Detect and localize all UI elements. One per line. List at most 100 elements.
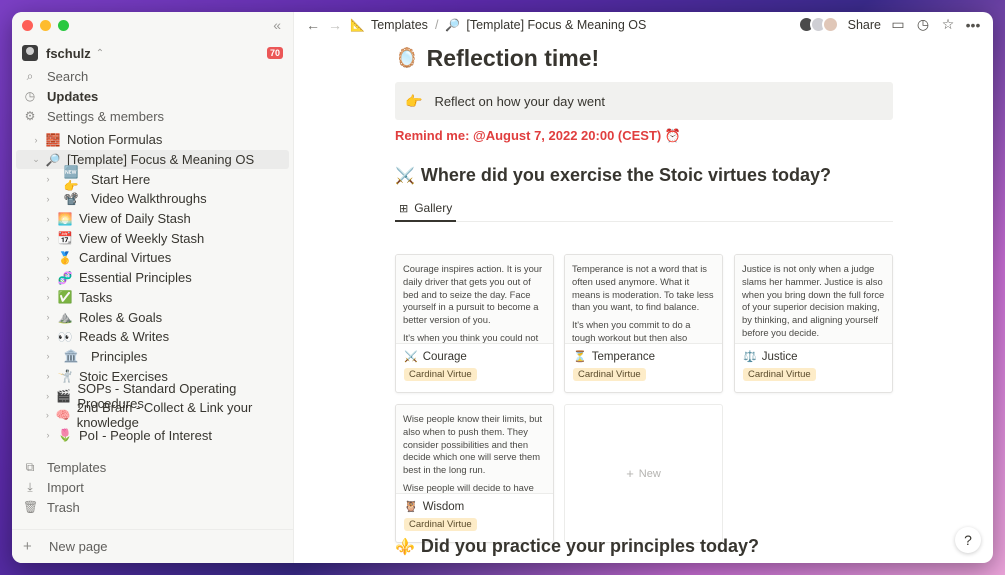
gallery-new-card-button[interactable]: + New <box>564 404 723 543</box>
page-title[interactable]: Reflection time! <box>427 45 600 72</box>
more-icon[interactable]: ••• <box>965 17 981 33</box>
chevron-right-icon[interactable]: › <box>42 174 54 184</box>
sidebar-item-label: Settings & members <box>47 108 165 124</box>
sidebar-item-trash[interactable]: 🗑 Trash <box>12 497 293 517</box>
chevron-right-icon[interactable]: › <box>42 351 54 361</box>
chevron-right-icon[interactable]: › <box>42 253 54 263</box>
templates-icon: ⧉ <box>25 459 35 474</box>
breadcrumb-item-focus-os[interactable]: 🔎 [Template] Focus & Meaning OS <box>445 18 646 32</box>
minimize-window-button[interactable] <box>40 20 51 31</box>
sidebar-item-updates[interactable]: ◷ Updates <box>12 86 293 106</box>
reminder-label: Remind me: <box>395 128 474 143</box>
ruler-icon: 📐 <box>350 18 365 32</box>
collaborator-avatars[interactable] <box>797 16 839 33</box>
comment-icon[interactable]: ▭ <box>890 16 906 33</box>
sidebar-item-label: Updates <box>47 88 99 104</box>
sidebar-item-search[interactable]: ⌕ Search <box>12 66 293 86</box>
reminder-date[interactable]: @August 7, 2022 20:00 (CEST) <box>473 128 661 143</box>
breadcrumb: 📐 Templates / 🔎 [Template] Focus & Meani… <box>350 18 646 32</box>
card-preview: Temperance is not a word that is often u… <box>565 255 722 344</box>
tab-gallery[interactable]: ⊞ Gallery <box>395 196 457 222</box>
sidebar-item-label: Templates <box>47 459 107 475</box>
share-button[interactable]: Share <box>848 18 881 32</box>
gallery-card-temperance[interactable]: Temperance is not a word that is often u… <box>564 254 723 393</box>
card-title-text: Courage <box>422 350 467 363</box>
sidebar-page-item[interactable]: › 🧬 Essential Principles <box>12 268 293 288</box>
plus-icon: + <box>23 538 32 555</box>
notification-badge: 70 <box>266 47 283 59</box>
collapse-sidebar-icon[interactable]: « <box>273 17 281 33</box>
reminder[interactable]: Remind me: @August 7, 2022 20:00 (CEST) … <box>395 128 893 144</box>
card-icon: 🦉 <box>404 501 418 513</box>
avatar <box>22 45 38 61</box>
sidebar-item-label: Reads & Writes <box>79 329 170 345</box>
chevron-right-icon[interactable]: › <box>30 135 42 145</box>
pointing-hand-icon: 👉 <box>405 92 423 109</box>
sidebar-page-item[interactable]: › 🧱 Notion Formulas <box>12 130 293 150</box>
gallery-card-justice[interactable]: Justice is not only when a judge slams h… <box>734 254 893 393</box>
chevron-updown-icon: ⌃ <box>95 47 105 59</box>
chevron-right-icon[interactable]: › <box>42 410 53 420</box>
page-icon: 📆 <box>57 231 73 246</box>
forward-arrow-icon[interactable]: → <box>328 17 342 33</box>
window-controls <box>22 20 69 31</box>
card-preview-text: It's when you commit to do a tough worko… <box>572 319 691 343</box>
chevron-right-icon[interactable]: › <box>42 312 54 322</box>
gallery-card-wisdom[interactable]: Wise people know their limits, but also … <box>395 404 554 543</box>
chevron-right-icon[interactable]: › <box>42 194 54 204</box>
chevron-right-icon[interactable]: › <box>42 233 54 243</box>
sidebar-page-item[interactable]: › ⛰️ Roles & Goals <box>12 307 293 327</box>
sidebar-page-item[interactable]: › ✅ Tasks <box>12 288 293 308</box>
page-icon: ⛰️ <box>57 310 73 325</box>
section-title[interactable]: Where did you exercise the Stoic virtues… <box>421 165 831 186</box>
page-heading: 🪞 Reflection time! <box>395 42 893 74</box>
page-icon: ✅ <box>57 290 73 305</box>
gallery-card-courage[interactable]: Courage inspires action. It is your dail… <box>395 254 554 393</box>
chevron-right-icon[interactable]: › <box>42 430 54 440</box>
import-icon: ⤓ <box>27 479 33 494</box>
sidebar-page-item[interactable]: › 📆 View of Weekly Stash <box>12 228 293 248</box>
sidebar-page-item[interactable]: › 🥇 Cardinal Virtues <box>12 248 293 268</box>
page-icon: 👀 <box>57 329 73 344</box>
sidebar-item-import[interactable]: ⤓ Import <box>12 477 293 497</box>
card-preview-text: Temperance is not a word that is often u… <box>572 263 714 313</box>
sidebar-page-item[interactable]: › 👀 Reads & Writes <box>12 327 293 347</box>
chevron-right-icon[interactable]: › <box>42 273 54 283</box>
status-badge: Cardinal Virtue <box>743 368 816 381</box>
sidebar-item-label: Essential Principles <box>79 270 192 286</box>
sidebar-page-item[interactable]: › 🏛️ Principles <box>12 347 293 367</box>
page-icon: 🏛️ <box>63 349 79 364</box>
sidebar-page-item[interactable]: › 🧠 2nd Brain - Collect & Link your knowle… <box>12 400 293 430</box>
history-icon[interactable]: ◷ <box>915 16 931 33</box>
sidebar-page-item[interactable]: › 🆕👉 Start Here <box>12 165 293 193</box>
chevron-right-icon[interactable]: › <box>42 371 54 381</box>
card-preview: Wise people know their limits, but also … <box>396 405 553 494</box>
close-window-button[interactable] <box>22 20 33 31</box>
new-page-button[interactable]: + New page <box>12 529 293 563</box>
chevron-down-icon[interactable]: ⌄ <box>30 154 42 165</box>
mirror-icon: 🪞 <box>395 48 419 69</box>
back-arrow-icon[interactable]: ← <box>306 17 320 33</box>
breadcrumb-separator: / <box>434 18 439 32</box>
breadcrumb-item-templates[interactable]: 📐 Templates <box>350 18 428 32</box>
chevron-right-icon[interactable]: › <box>42 292 54 302</box>
sidebar-page-item[interactable]: › 🌅 View of Daily Stash <box>12 209 293 229</box>
workspace-switcher[interactable]: fschulz ⌃ 70 <box>22 42 283 64</box>
chevron-right-icon[interactable]: › <box>42 214 54 224</box>
sidebar-item-templates[interactable]: ⧉ Templates <box>12 457 293 477</box>
callout-block[interactable]: 👉 Reflect on how your day went <box>395 82 893 120</box>
sidebar-item-label: Cardinal Virtues <box>79 250 172 266</box>
section-title[interactable]: Did you practice your principles today? <box>421 536 759 557</box>
sidebar-page-item[interactable]: › 📽️ Video Walkthroughs <box>12 189 293 209</box>
chevron-right-icon[interactable]: › <box>42 391 53 401</box>
page-icon: 🌅 <box>57 211 73 226</box>
help-button[interactable]: ? <box>955 527 981 553</box>
sidebar-item-settings[interactable]: ⚙ Settings & members <box>12 106 293 126</box>
maximize-window-button[interactable] <box>58 20 69 31</box>
chevron-right-icon[interactable]: › <box>42 332 54 342</box>
page-icon: 🆕👉 <box>63 165 79 194</box>
section-heading-principles: ⚜️ Did you practice your principles toda… <box>395 536 759 557</box>
card-title-text: Justice <box>761 350 798 363</box>
page-icon: 🧱 <box>45 132 61 147</box>
star-icon[interactable]: ☆ <box>940 16 956 33</box>
